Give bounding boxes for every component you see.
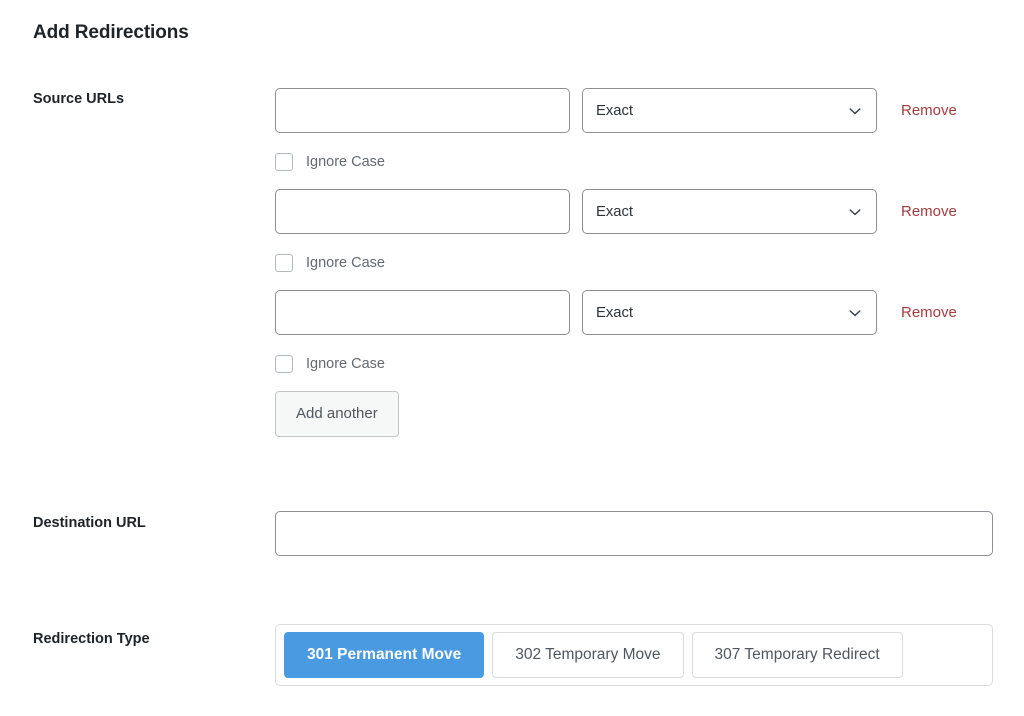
ignore-case-label[interactable]: Ignore Case bbox=[306, 153, 385, 171]
chevron-down-icon bbox=[847, 305, 863, 321]
match-type-value: Exact bbox=[596, 101, 847, 121]
source-url-row: Exact Remove bbox=[275, 88, 957, 133]
redirection-type-button-group: 301 Permanent Move 302 Temporary Move 30… bbox=[275, 624, 993, 686]
destination-url-label: Destination URL bbox=[33, 513, 146, 533]
match-type-select-box[interactable]: Exact bbox=[582, 88, 877, 133]
redirection-type-label: Redirection Type bbox=[33, 629, 150, 649]
source-url-row: Exact Remove bbox=[275, 189, 957, 234]
redirection-type-option-302[interactable]: 302 Temporary Move bbox=[492, 632, 683, 678]
match-type-select[interactable]: Exact bbox=[582, 290, 877, 335]
ignore-case-label[interactable]: Ignore Case bbox=[306, 355, 385, 373]
ignore-case-checkbox[interactable] bbox=[275, 254, 293, 272]
ignore-case-row: Ignore Case bbox=[275, 355, 385, 373]
match-type-value: Exact bbox=[596, 303, 847, 323]
ignore-case-label[interactable]: Ignore Case bbox=[306, 254, 385, 272]
destination-url-input[interactable] bbox=[275, 511, 993, 556]
source-url-input[interactable] bbox=[275, 189, 570, 234]
match-type-select-box[interactable]: Exact bbox=[582, 189, 877, 234]
add-redirections-form: Add Redirections Source URLs Exact Remov… bbox=[0, 0, 1024, 716]
match-type-select[interactable]: Exact bbox=[582, 189, 877, 234]
redirection-type-option-301[interactable]: 301 Permanent Move bbox=[284, 632, 484, 678]
add-another-button[interactable]: Add another bbox=[275, 391, 399, 437]
source-url-input[interactable] bbox=[275, 290, 570, 335]
redirection-type-option-307[interactable]: 307 Temporary Redirect bbox=[692, 632, 903, 678]
ignore-case-row: Ignore Case bbox=[275, 254, 385, 272]
remove-source-url-link[interactable]: Remove bbox=[901, 101, 957, 121]
match-type-select-box[interactable]: Exact bbox=[582, 290, 877, 335]
match-type-select[interactable]: Exact bbox=[582, 88, 877, 133]
chevron-down-icon bbox=[847, 204, 863, 220]
remove-source-url-link[interactable]: Remove bbox=[901, 202, 957, 222]
source-url-row: Exact Remove bbox=[275, 290, 957, 335]
remove-source-url-link[interactable]: Remove bbox=[901, 303, 957, 323]
source-url-input[interactable] bbox=[275, 88, 570, 133]
ignore-case-row: Ignore Case bbox=[275, 153, 385, 171]
ignore-case-checkbox[interactable] bbox=[275, 153, 293, 171]
ignore-case-checkbox[interactable] bbox=[275, 355, 293, 373]
source-urls-label: Source URLs bbox=[33, 89, 124, 109]
chevron-down-icon bbox=[847, 103, 863, 119]
match-type-value: Exact bbox=[596, 202, 847, 222]
destination-url-field bbox=[275, 511, 993, 556]
page-title: Add Redirections bbox=[33, 20, 189, 46]
